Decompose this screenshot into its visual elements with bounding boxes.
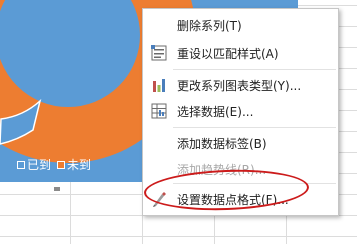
menu-item-change-chart-type[interactable]: 更改系列图表类型(Y)... xyxy=(143,73,338,97)
menu-separator xyxy=(173,127,336,128)
legend-item: 已到 xyxy=(17,156,51,173)
menu-item-label: 更改系列图表类型(Y)... xyxy=(177,78,302,93)
select-data-icon xyxy=(151,103,167,119)
menu-item-select-data[interactable]: 选择数据(E)... xyxy=(143,99,338,123)
menu-item-label: 选择数据(E)... xyxy=(177,104,254,119)
menu-item-label: 删除系列(T) xyxy=(177,18,242,33)
legend-swatch-orange xyxy=(57,160,66,169)
chart-legend: 已到 未到 xyxy=(17,156,93,173)
menu-separator xyxy=(173,69,336,70)
menu-item-delete-series[interactable]: 删除系列(T) xyxy=(143,13,338,37)
legend-label: 未到 xyxy=(67,158,92,172)
menu-item-reset-style[interactable]: 重设以匹配样式(A) xyxy=(143,41,338,65)
chart-resize-handle[interactable] xyxy=(54,187,60,191)
chart-type-icon xyxy=(151,77,167,93)
reset-style-icon xyxy=(151,45,167,61)
legend-label: 已到 xyxy=(27,158,52,172)
legend-swatch-blue xyxy=(17,160,25,169)
legend-item: 未到 xyxy=(57,156,91,173)
menu-item-add-data-labels[interactable]: 添加数据标签(B) xyxy=(143,131,338,155)
menu-item-label: 重设以匹配样式(A) xyxy=(177,46,279,61)
menu-item-label: 添加数据标签(B) xyxy=(177,136,267,151)
